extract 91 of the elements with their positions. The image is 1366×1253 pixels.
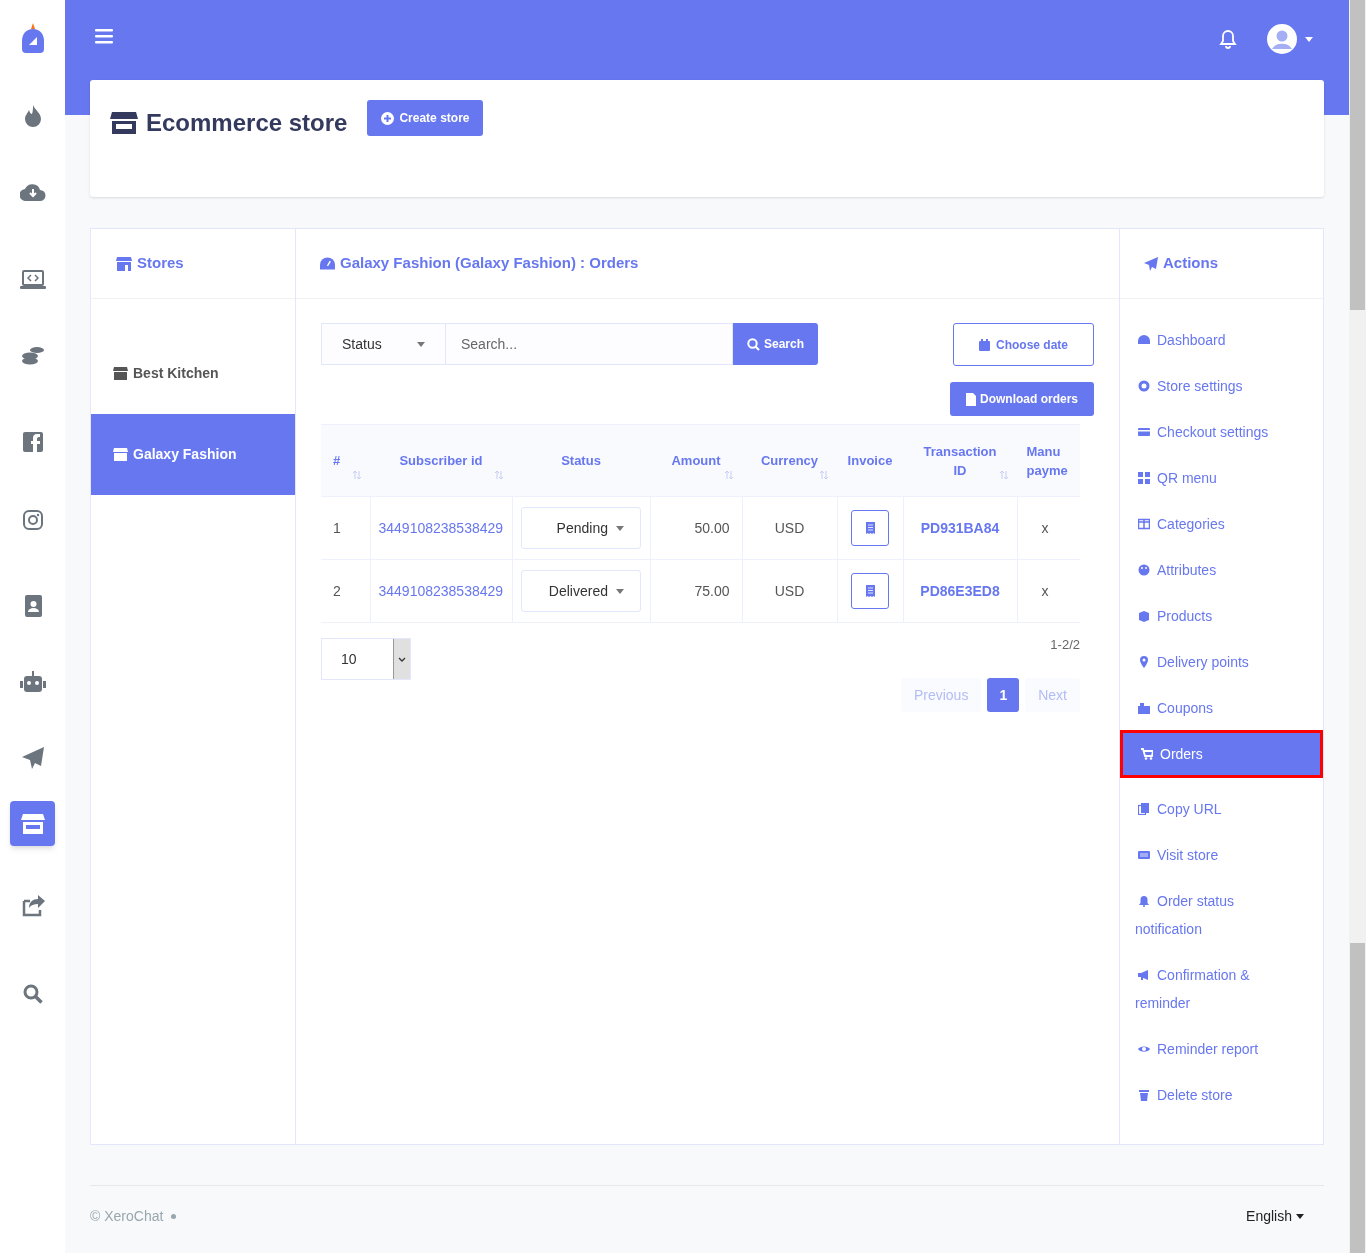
transaction-link[interactable]: PD931BA84 — [920, 519, 1000, 536]
actions-heading: Actions — [1163, 253, 1218, 274]
trash-icon — [1138, 1089, 1150, 1101]
action-menu-item[interactable]: QR menu — [1120, 463, 1323, 493]
chevron-down-icon — [398, 656, 406, 662]
plus-circle-icon — [381, 111, 395, 125]
action-menu-item[interactable]: Coupons — [1120, 693, 1323, 723]
copyright-text: © XeroChat — [90, 1207, 164, 1226]
caret-icon — [1305, 36, 1313, 42]
table-cell: 1 — [333, 519, 341, 536]
caret-icon — [616, 588, 624, 594]
grid-icon — [1138, 472, 1150, 484]
store-icon — [110, 111, 138, 135]
action-menu-item[interactable]: Categories — [1120, 509, 1323, 539]
eye-icon — [1138, 1043, 1150, 1055]
store-list-item[interactable]: Galaxy Fashion — [91, 414, 295, 495]
action-menu-item[interactable]: Attributes — [1120, 555, 1323, 585]
action-menu-item[interactable]: Delivery points — [1120, 647, 1323, 677]
action-menu-item[interactable]: Products — [1120, 601, 1323, 631]
action-menu-item[interactable]: Reminder report — [1120, 1034, 1323, 1064]
table-cell: 50.00 — [694, 519, 730, 536]
bell-icon — [1138, 895, 1150, 907]
table-cell: x — [1041, 519, 1049, 536]
bell-icon[interactable] — [1219, 29, 1237, 49]
map-pin-icon — [1138, 656, 1150, 668]
card-icon — [1138, 849, 1150, 861]
choose-date-button[interactable]: Choose date — [953, 323, 1094, 366]
caret-icon — [1296, 1214, 1304, 1219]
transaction-link[interactable]: PD86E3ED8 — [920, 582, 1000, 599]
caret-icon — [616, 525, 624, 531]
invoice-button[interactable] — [851, 510, 889, 546]
column-header[interactable]: Subscriber id — [399, 453, 483, 468]
receipt-icon — [865, 585, 875, 597]
columns-icon — [1138, 518, 1150, 530]
table-cell: 2 — [333, 582, 341, 599]
receipt-icon — [865, 522, 875, 534]
table-cell: USD — [774, 582, 805, 599]
stores-heading: Stores — [137, 253, 184, 274]
column-header[interactable]: Status — [561, 453, 601, 468]
caret-icon — [417, 341, 425, 347]
page-title: Ecommerce store — [146, 108, 348, 138]
action-menu-item[interactable]: Delete store — [1120, 1080, 1323, 1110]
avatar-dropdown[interactable] — [1267, 24, 1313, 54]
credit-card-icon — [1138, 426, 1150, 438]
action-menu-item[interactable]: Orders — [1120, 730, 1323, 778]
action-menu-item[interactable]: Dashboard — [1120, 325, 1323, 355]
create-store-button[interactable]: Create store — [367, 100, 484, 136]
table-cell: x — [1041, 582, 1049, 599]
gear-icon — [1138, 380, 1150, 392]
scrollbar[interactable] — [1349, 0, 1366, 1253]
avatar-icon — [1267, 24, 1297, 54]
megaphone-icon — [1138, 969, 1150, 981]
action-menu-item[interactable]: Store settings — [1120, 371, 1323, 401]
action-menu-item[interactable]: Visit store — [1120, 840, 1323, 870]
calendar-icon — [979, 338, 990, 351]
action-menu-item[interactable]: Checkout settings — [1120, 417, 1323, 447]
store-icon — [116, 256, 132, 271]
copy-icon — [1138, 803, 1150, 815]
table-cell: USD — [774, 519, 805, 536]
status-dropdown[interactable]: Status — [321, 323, 446, 365]
language-dropdown[interactable]: English — [1246, 1206, 1304, 1227]
search-icon — [747, 337, 760, 351]
download-orders-button[interactable]: Download orders — [950, 382, 1094, 416]
store-icon — [113, 367, 128, 380]
column-header[interactable]: Amount — [671, 453, 721, 468]
column-header[interactable]: Invoice — [847, 453, 893, 468]
page-button[interactable]: 1 — [987, 678, 1020, 712]
status-dropdown[interactable]: Delivered — [521, 570, 641, 612]
action-menu-item[interactable]: Order status notification — [1120, 886, 1323, 944]
column-header[interactable]: # — [333, 453, 341, 468]
orders-heading: Galaxy Fashion (Galaxy Fashion) : Orders — [340, 253, 639, 274]
cart-icon — [1141, 748, 1153, 760]
action-menu-item[interactable]: Confirmation & reminder — [1120, 960, 1323, 1018]
file-icon — [966, 392, 976, 406]
store-icon[interactable] — [10, 801, 55, 846]
search-button[interactable]: Search — [733, 323, 818, 365]
column-header[interactable]: Manu payme — [1026, 441, 1071, 480]
action-menu-item[interactable]: Copy URL — [1120, 794, 1323, 824]
search-field[interactable]: Search... — [446, 323, 733, 365]
page-size-select[interactable]: 10 — [321, 638, 411, 680]
store-icon — [113, 448, 128, 461]
box-icon — [1138, 610, 1150, 622]
column-header[interactable]: Currency — [760, 453, 819, 468]
status-dropdown[interactable]: Pending — [521, 507, 641, 549]
menu-icon[interactable] — [95, 28, 113, 44]
paper-plane-icon — [1144, 256, 1158, 271]
table-cell: 75.00 — [694, 582, 730, 599]
column-header[interactable]: Transaction ID — [920, 441, 1000, 480]
result-range: 1-2/2 — [1050, 636, 1080, 654]
invoice-button[interactable] — [851, 573, 889, 609]
store-list-item[interactable]: Best Kitchen — [91, 333, 295, 414]
